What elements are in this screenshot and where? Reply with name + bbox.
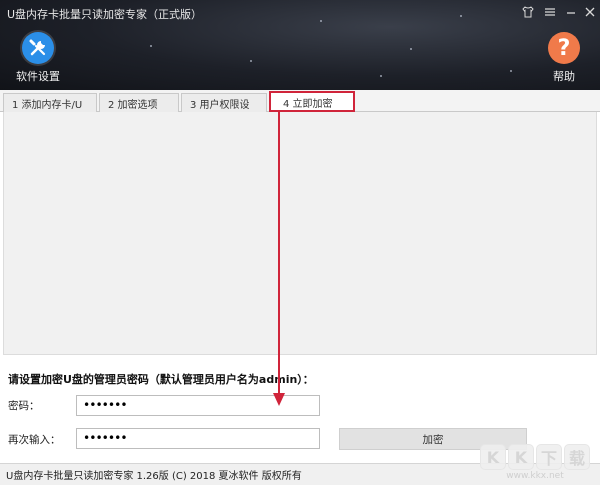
window-title: U盘内存卡批量只读加密专家（正式版） (7, 8, 203, 21)
settings-button[interactable]: 软件设置 (8, 32, 68, 84)
tab-bar: 1 添加内存卡/U盘 2 加密选项 3 用户权限设置 4 立即加密 (0, 90, 600, 126)
tab-encrypt-now[interactable]: 4 立即加密 (269, 91, 355, 112)
star-decoration (380, 75, 382, 77)
help-label: 帮助 (553, 70, 575, 83)
header-bar: U盘内存卡批量只读加密专家（正式版） 软件设置 ? 帮助 (0, 0, 600, 90)
star-decoration (410, 48, 412, 50)
star-decoration (150, 45, 152, 47)
confirm-password-label: 再次输入： (8, 434, 61, 446)
watermark-char: K (480, 444, 506, 470)
watermark: K K 下 载 www.kkx.net (476, 444, 594, 481)
star-decoration (250, 60, 252, 62)
tab-user-permissions[interactable]: 3 用户权限设置 (181, 93, 267, 126)
tab-add-card[interactable]: 1 添加内存卡/U盘 (3, 93, 97, 126)
content-panel (3, 112, 597, 355)
menu-icon[interactable] (542, 6, 558, 21)
shirt-icon[interactable] (520, 6, 536, 21)
star-decoration (510, 70, 512, 72)
watermark-char: 下 (536, 444, 562, 470)
tab-encrypt-options[interactable]: 2 加密选项 (99, 93, 179, 112)
close-icon[interactable] (582, 6, 598, 21)
watermark-char: K (508, 444, 534, 470)
password-label: 密码： (8, 400, 40, 412)
watermark-char: 载 (564, 444, 590, 470)
star-decoration (320, 20, 322, 22)
password-field[interactable]: ••••••• (76, 395, 320, 416)
tools-icon (22, 32, 54, 64)
confirm-password-field[interactable]: ••••••• (76, 428, 320, 449)
star-decoration (460, 15, 462, 17)
help-button[interactable]: ? 帮助 (534, 32, 594, 84)
help-icon: ? (548, 32, 580, 64)
watermark-url: www.kkx.net (506, 471, 564, 481)
settings-label: 软件设置 (16, 70, 60, 83)
password-prompt: 请设置加密U盘的管理员密码（默认管理员用户名为admin）： (8, 373, 314, 386)
minimize-icon[interactable] (563, 6, 579, 21)
